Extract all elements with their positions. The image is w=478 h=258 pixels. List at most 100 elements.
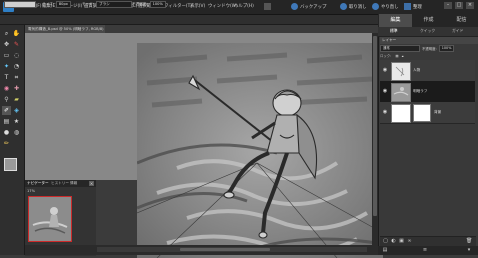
layer-opacity-input[interactable]: 100%: [438, 45, 455, 52]
paint-bucket-tool-icon[interactable]: ◈: [12, 106, 21, 115]
tab-create[interactable]: 作成: [412, 14, 445, 27]
toolbox: ⌕ ✋ ✥ ✎ ▭ ◌ ✦ ◔ T ⌗ ◉ ✚ ⚲ ▰ ✐ ◈ ▤ ★ ● ◍ …: [0, 25, 25, 255]
new-layer-icon[interactable]: ▢: [383, 239, 388, 244]
layer-opacity-label: 不透明度:: [422, 47, 437, 51]
lock-all-icon[interactable]: 🔒︎: [402, 54, 404, 58]
brush-size-label: サイズ:: [42, 2, 54, 6]
hand-tool-icon[interactable]: ✋: [12, 29, 21, 38]
undo-icon: [340, 3, 347, 10]
vertical-scrollbar-thumb[interactable]: [373, 36, 377, 216]
clone-stamp-tool-icon[interactable]: ⚲: [2, 95, 11, 104]
organize-icon: [404, 3, 411, 10]
layer-thumbnail: [391, 62, 411, 81]
document-tab[interactable]: 電気的構造_B.psd @ 50% (明暗ラフ, RGB/8): [25, 25, 105, 33]
new-fill-layer-icon[interactable]: ◐: [391, 239, 396, 244]
menu-help[interactable]: ヘルプ(H): [234, 3, 254, 9]
new-group-icon[interactable]: ▣: [399, 239, 404, 244]
link-layers-icon[interactable]: ∞: [407, 239, 412, 244]
navigator-thumbnail[interactable]: [28, 196, 72, 242]
pencil-tool-icon[interactable]: ✏: [2, 139, 11, 148]
layers-panel-footer: ▢ ◐ ▣ ∞ 🗑︎: [380, 236, 476, 246]
red-eye-tool-icon[interactable]: ◉: [2, 84, 11, 93]
layer-name: 背景: [434, 110, 442, 114]
brush-opacity-control[interactable]: 不透明度: 100%: [132, 1, 166, 8]
tab-edit[interactable]: 編集: [379, 14, 412, 27]
brush-mode-label: モード:: [82, 2, 94, 6]
brush-mode-control[interactable]: モード: ブラシ: [82, 1, 132, 8]
move-tool-icon[interactable]: ✥: [2, 40, 11, 49]
brush-preset-picker[interactable]: [4, 1, 36, 8]
sponge-tool-icon[interactable]: ◍: [12, 128, 21, 137]
lasso-tool-icon[interactable]: ◌: [12, 51, 21, 60]
menu-filter[interactable]: フィルター(T): [164, 3, 192, 9]
horizontal-scrollbar-thumb[interactable]: [180, 248, 270, 251]
panel-bin-bar: ▤ ≡ ▾: [378, 246, 478, 255]
maximize-icon[interactable]: □: [455, 2, 463, 9]
lock-label: ロック:: [380, 54, 392, 58]
visibility-eye-icon[interactable]: ◉: [382, 88, 388, 94]
tab-full-edit[interactable]: 標準: [390, 28, 398, 34]
brush-size-control[interactable]: サイズ: 80px: [42, 1, 71, 8]
opacity-input[interactable]: 100%: [149, 1, 166, 8]
workspace-icon: [264, 3, 271, 10]
backup-label: バックアップ: [300, 4, 327, 10]
shape-tool-icon[interactable]: ★: [12, 117, 21, 126]
navigator-zoom-value[interactable]: 17%: [27, 189, 35, 193]
brush-mode-select[interactable]: ブラシ: [96, 1, 132, 8]
minimize-icon[interactable]: –: [444, 2, 452, 9]
tab-info[interactable]: 情報: [70, 181, 77, 186]
layer-item[interactable]: ◉ 人物: [380, 60, 475, 82]
close-icon[interactable]: ×: [466, 2, 474, 9]
tab-guided-edit[interactable]: ガイド: [452, 28, 463, 34]
crop-tool-icon[interactable]: ⌗: [12, 73, 21, 82]
panel-collapse-icon[interactable]: ▾: [466, 248, 472, 253]
zoom-tool-icon[interactable]: ⌕: [2, 29, 11, 38]
tab-navigator[interactable]: ナビゲーター: [27, 181, 49, 186]
delete-layer-icon[interactable]: 🗑︎: [466, 239, 472, 244]
foreground-color-swatch[interactable]: [4, 158, 17, 171]
project-bin-icon[interactable]: ▤: [382, 248, 388, 253]
backup-button[interactable]: バックアップ: [291, 2, 326, 11]
blend-mode-select[interactable]: 通常: [380, 45, 420, 52]
organize-label: 整理: [413, 4, 422, 10]
navigator-preview: [29, 197, 71, 241]
blur-tool-icon[interactable]: ●: [2, 128, 11, 137]
layer-blend-row: 通常 不透明度: 100%: [380, 45, 476, 52]
backup-icon: [291, 3, 298, 10]
redo-label: やり直し: [381, 4, 399, 10]
tab-quick-edit[interactable]: クイック: [420, 28, 435, 34]
eraser-tool-icon[interactable]: ▰: [12, 95, 21, 104]
redo-button[interactable]: やり直し: [372, 2, 399, 11]
panel-menu-icon[interactable]: ≡: [422, 248, 428, 253]
healing-brush-tool-icon[interactable]: ✚: [12, 84, 21, 93]
canvas-area[interactable]: [25, 33, 383, 258]
brush-tool-icon[interactable]: ✐: [2, 106, 11, 115]
opacity-label: 不透明度:: [132, 2, 148, 6]
tool-options-bar: [0, 15, 378, 25]
quick-select-tool-icon[interactable]: ◔: [12, 62, 21, 71]
artwork-canvas[interactable]: [137, 43, 383, 258]
navigator-close-icon[interactable]: ×: [89, 181, 94, 186]
organize-button[interactable]: 整理: [404, 2, 422, 11]
eyedropper-tool-icon[interactable]: ✎: [12, 40, 21, 49]
workspace-button[interactable]: [264, 2, 271, 11]
brush-stroke-preview: [4, 1, 36, 8]
layer-thumbnail: [391, 104, 411, 123]
visibility-eye-icon[interactable]: ◉: [382, 109, 388, 115]
layer-item[interactable]: ◉ 背景: [380, 102, 475, 124]
visibility-eye-icon[interactable]: ◉: [382, 67, 388, 73]
menu-view[interactable]: 表示(V): [190, 3, 205, 9]
tab-history[interactable]: ヒストリー: [51, 181, 69, 186]
tab-share[interactable]: 配信: [445, 14, 478, 27]
marquee-tool-icon[interactable]: ▭: [2, 51, 11, 60]
magic-wand-tool-icon[interactable]: ✦: [2, 62, 11, 71]
undo-button[interactable]: 取り消し: [340, 2, 367, 11]
layer-name: 明暗ラフ: [413, 89, 428, 93]
type-tool-icon[interactable]: T: [2, 73, 11, 82]
lock-transparency-icon[interactable]: ▦: [395, 54, 398, 58]
brush-size-input[interactable]: 80px: [55, 1, 71, 8]
gradient-tool-icon[interactable]: ▤: [2, 117, 11, 126]
undo-label: 取り消し: [349, 4, 367, 10]
layer-item-selected[interactable]: ◉ 明暗ラフ: [380, 81, 475, 103]
layers-panel-header[interactable]: レイヤー: [380, 37, 478, 44]
